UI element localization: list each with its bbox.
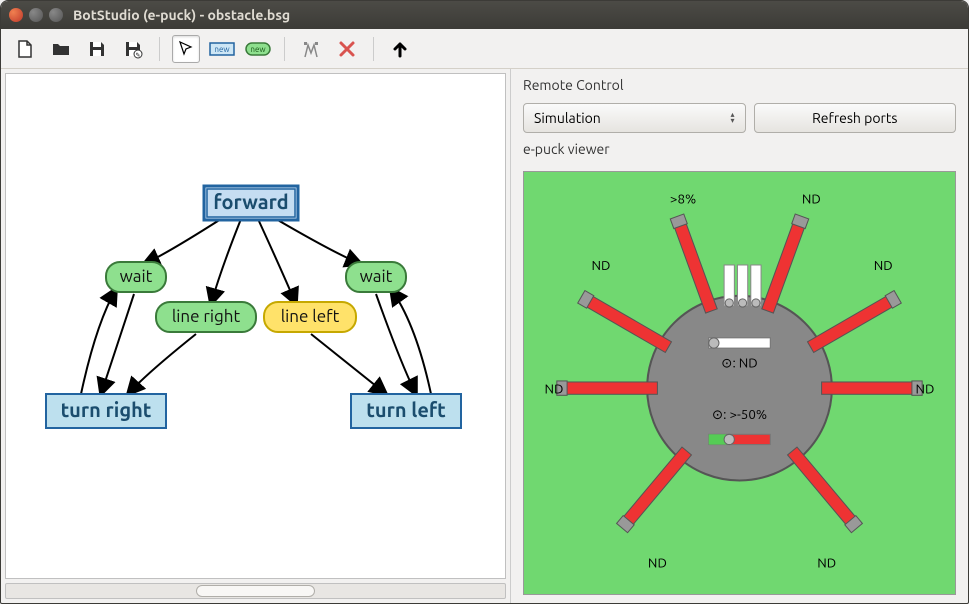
sensor-label-trf: ND — [874, 258, 893, 273]
sensor-label-br: ND — [817, 556, 836, 571]
titlebar: BotStudio (e-puck) - obstacle.bsg — [1, 1, 968, 29]
toolbar-separator — [159, 37, 160, 61]
state-turn-left-label: turn left — [366, 398, 446, 421]
combo-arrows-icon: ▴▾ — [730, 112, 734, 124]
refresh-ports-button[interactable]: Refresh ports — [754, 103, 957, 133]
initial-state-button[interactable] — [297, 35, 325, 63]
transition-wait-right-label: wait — [360, 267, 393, 286]
right-pane: Remote Control Simulation ▴▾ Refresh por… — [511, 69, 968, 603]
new-transition-tool-button[interactable]: new — [244, 35, 272, 63]
remote-control-label: Remote Control — [523, 77, 956, 93]
scrollbar-thumb[interactable] — [196, 585, 316, 597]
svg-text:✎: ✎ — [135, 52, 140, 59]
transition-line-right-label: line right — [172, 307, 241, 326]
window-title: BotStudio (e-puck) - obstacle.bsg — [73, 7, 290, 23]
transition-line-left-label: line left — [281, 307, 340, 326]
horizontal-scrollbar[interactable] — [5, 583, 506, 599]
new-file-button[interactable] — [11, 35, 39, 63]
sensor-label-tl: >8% — [670, 191, 696, 206]
window-close-button[interactable] — [9, 8, 23, 22]
upload-button[interactable] — [386, 35, 414, 63]
svg-text:new: new — [250, 45, 266, 54]
top-sliders — [724, 265, 761, 307]
open-file-button[interactable] — [47, 35, 75, 63]
save-as-button[interactable]: ✎ — [119, 35, 147, 63]
delete-button[interactable] — [333, 35, 361, 63]
new-state-tool-button[interactable]: new — [208, 35, 236, 63]
center-top-label: ⊙: ND — [721, 356, 757, 371]
state-turn-right-label: turn right — [61, 398, 152, 421]
mode-combo-value: Simulation — [534, 110, 601, 126]
toolbar-separator-3 — [373, 37, 374, 61]
sensor-label-r: ND — [916, 381, 935, 396]
robot-body — [647, 296, 832, 481]
center-bottom-label: ⊙: >-50% — [712, 407, 767, 422]
svg-text:new: new — [214, 45, 230, 54]
epuck-viewer: ⊙: ND ⊙: >-50% >8% ND ND ND ND ND ND ND — [523, 171, 956, 595]
graph-canvas[interactable]: forward wait wait line right line left t — [5, 73, 506, 579]
sensor-label-tr: ND — [802, 191, 821, 206]
toolbar: ✎ new new — [1, 29, 968, 69]
sensor-label-tlf: ND — [591, 258, 610, 273]
sensor-label-l: ND — [545, 381, 564, 396]
save-button[interactable] — [83, 35, 111, 63]
transition-wait-left-label: wait — [120, 267, 153, 286]
graph-pane: forward wait wait line right line left t — [1, 69, 511, 603]
select-tool-button[interactable] — [172, 35, 200, 63]
refresh-ports-label: Refresh ports — [812, 110, 897, 126]
sensor-label-bl: ND — [648, 556, 667, 571]
window-minimize-button[interactable] — [29, 8, 43, 22]
window-maximize-button[interactable] — [49, 8, 63, 22]
app-window: BotStudio (e-puck) - obstacle.bsg ✎ new … — [0, 0, 969, 604]
mode-combo[interactable]: Simulation ▴▾ — [523, 103, 746, 133]
viewer-label: e-puck viewer — [523, 141, 956, 157]
toolbar-separator-2 — [284, 37, 285, 61]
state-forward-label: forward — [213, 190, 288, 213]
